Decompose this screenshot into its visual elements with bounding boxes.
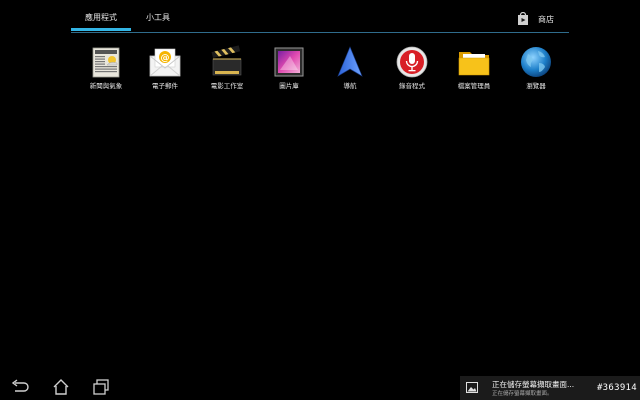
image-icon [466,382,478,393]
app-label: 錄音程式 [399,82,425,90]
recent-apps-icon [93,379,109,395]
svg-text:@: @ [161,54,170,64]
store-button[interactable]: 商店 [516,10,554,28]
tab-apps-label: 應用程式 [85,13,117,22]
app-label: 瀏覽器 [526,82,546,90]
clapperboard-icon [211,45,242,76]
tab-widgets[interactable]: 小工具 [135,9,181,31]
app-movie-studio[interactable]: 電影工作室 [197,44,257,94]
app-label: 圖片庫 [279,82,299,90]
tab-apps[interactable]: 應用程式 [71,9,131,31]
app-label: 電影工作室 [210,82,244,90]
app-email[interactable]: @ 電子郵件 [135,44,195,94]
app-label: 電子郵件 [152,82,178,90]
watermark-label: #363914 [596,383,637,393]
app-navigation[interactable]: 導航 [320,44,380,94]
microphone-icon [396,46,428,78]
play-store-icon [518,12,528,25]
globe-icon [521,47,551,77]
navigation-arrow-icon [337,46,363,77]
launcher-screen: 應用程式 小工具 商店 新聞與氣象 @ 電子郵件 電影工作室 圖片庫 導航 錄音… [0,0,640,400]
active-tab-indicator [71,28,131,31]
tab-bar: 應用程式 小工具 商店 [0,0,640,34]
tab-divider [71,32,569,33]
app-label: 新聞與氣象 [89,82,123,90]
app-news-weather[interactable]: 新聞與氣象 [76,44,136,94]
store-label: 商店 [538,14,554,24]
app-gallery[interactable]: 圖片庫 [259,44,319,94]
recent-apps-button[interactable] [91,378,111,396]
app-label: 導航 [343,82,357,90]
tab-widgets-label: 小工具 [146,13,170,22]
home-icon [53,379,69,395]
newspaper-icon [92,47,120,78]
app-label: 檔案管理員 [457,82,491,90]
photo-gallery-icon [274,47,304,77]
notification-subtitle: 正在儲存螢幕擷取畫面。 [492,391,553,397]
app-sound-recorder[interactable]: 錄音程式 [382,44,442,94]
home-button[interactable] [51,378,71,396]
app-browser[interactable]: 瀏覽器 [506,44,566,94]
folder-icon [458,52,490,76]
app-file-manager[interactable]: 檔案管理員 [444,44,504,94]
back-icon [11,379,29,392]
email-envelope-icon: @ [149,48,181,77]
back-button[interactable] [10,378,30,396]
